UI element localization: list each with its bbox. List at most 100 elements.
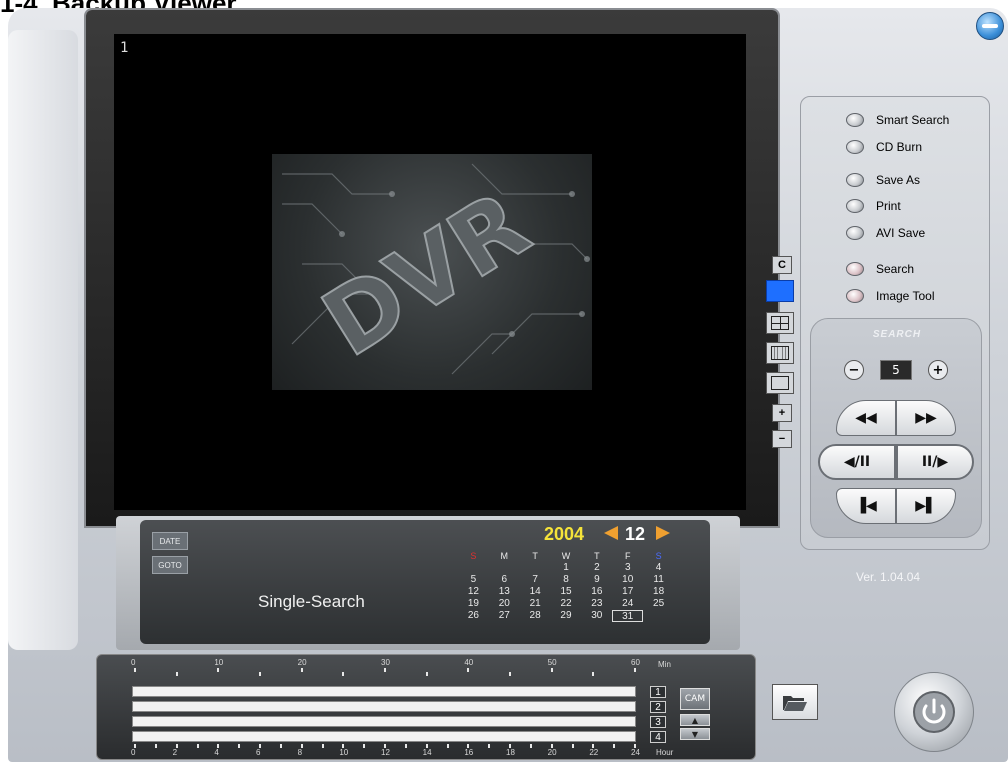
calendar-day[interactable]: 12 [458, 586, 489, 598]
date-tab[interactable]: DATE [152, 532, 188, 550]
calendar-day[interactable]: 23 [581, 598, 612, 610]
radio-icon [846, 199, 864, 213]
minute-tick-mark [634, 668, 636, 672]
hour-tick-mark [342, 744, 345, 748]
calendar-day[interactable]: 27 [489, 610, 520, 622]
zoom-out-button[interactable]: − [772, 430, 792, 448]
calendar-week-row: 19 20 21 22 23 24 25 [458, 598, 674, 610]
menu-item-smart-search[interactable]: Smart Search [846, 113, 949, 127]
calendar-day[interactable]: 18 [643, 586, 674, 598]
hour-tick-mark [634, 744, 636, 748]
nine-view-button[interactable] [766, 342, 794, 364]
calendar-day[interactable]: 20 [489, 598, 520, 610]
hour-tick-label: 10 [339, 748, 349, 757]
hour-tick-mark [509, 744, 511, 748]
previous-month-arrow-icon[interactable] [604, 526, 618, 540]
menu-item-image-tool[interactable]: Image Tool [846, 289, 934, 303]
calendar-day[interactable]: 3 [612, 562, 643, 574]
menu-item-cd-burn[interactable]: CD Burn [846, 140, 922, 154]
minute-tick-mark [509, 672, 511, 676]
speed-display: 5 [880, 360, 912, 380]
folder-icon [783, 696, 807, 711]
minute-tick-mark [259, 672, 261, 676]
weekday-label: F [624, 551, 631, 561]
calendar-day[interactable]: 29 [551, 610, 582, 622]
camera-icon[interactable]: CAM [680, 688, 710, 710]
speed-decrease-button[interactable]: − [844, 360, 864, 380]
timeline-track-channel-4[interactable] [132, 731, 636, 742]
menu-item-search[interactable]: Search [846, 262, 914, 276]
calendar-day[interactable]: 10 [612, 574, 643, 586]
calendar-day[interactable]: 28 [520, 610, 551, 622]
calendar-empty-cell [520, 562, 551, 574]
open-folder-button[interactable] [772, 684, 818, 720]
calendar-day[interactable]: 26 [458, 610, 489, 622]
minute-tick-mark [592, 672, 595, 676]
timeline-track-channel-1[interactable] [132, 686, 636, 697]
clear-view-button[interactable]: C [772, 256, 792, 274]
radio-icon [846, 289, 864, 303]
menu-item-label: Smart Search [876, 113, 950, 127]
hour-tick-mark [154, 744, 157, 748]
channel-3-button[interactable]: 3 [650, 716, 666, 728]
next-month-arrow-icon[interactable] [656, 526, 670, 540]
calendar-day[interactable]: 5 [458, 574, 489, 586]
hour-tick-mark [217, 744, 220, 748]
calendar-day[interactable]: 24 [612, 598, 643, 610]
calendar-day[interactable]: 15 [551, 586, 582, 598]
speed-increase-button[interactable]: + [928, 360, 948, 380]
calendar-day[interactable]: 31 [612, 610, 644, 622]
hour-tick-mark [613, 744, 616, 748]
menu-item-avi-save[interactable]: AVI Save [846, 226, 925, 240]
menu-item-label: AVI Save [876, 226, 926, 240]
quad-view-button[interactable] [766, 312, 794, 334]
sixteen-view-button[interactable] [766, 372, 794, 394]
menu-item-label: Print [876, 199, 901, 213]
channel-4-button[interactable]: 4 [650, 731, 666, 743]
calendar-day[interactable]: 9 [581, 574, 612, 586]
calendar-day[interactable]: 7 [520, 574, 551, 586]
calendar-day[interactable]: 30 [581, 610, 612, 622]
calendar-day[interactable]: 2 [581, 562, 612, 574]
calendar-day[interactable]: 21 [520, 598, 551, 610]
calendar-day[interactable]: 1 [551, 562, 582, 574]
calendar-day[interactable]: 11 [643, 574, 674, 586]
calendar-day[interactable]: 13 [489, 586, 520, 598]
reverse-play-pause-button[interactable]: ◀/II [818, 444, 896, 480]
minute-tick-label: 30 [381, 658, 390, 667]
scroll-down-button[interactable]: ▼ [680, 728, 710, 740]
power-icon [913, 691, 955, 733]
single-view-button[interactable] [766, 280, 794, 302]
power-button[interactable] [894, 672, 974, 752]
timeline-track-channel-3[interactable] [132, 716, 636, 727]
calendar-day[interactable]: 4 [643, 562, 674, 574]
calendar-day[interactable]: 19 [458, 598, 489, 610]
calendar-day[interactable]: 16 [581, 586, 612, 598]
hour-unit-label: Hour [656, 748, 674, 757]
calendar-day[interactable]: 25 [643, 598, 674, 610]
play-pause-button[interactable]: II/▶ [896, 444, 974, 480]
channel-2-button[interactable]: 2 [650, 701, 666, 713]
video-screen[interactable]: 1 DVR [114, 34, 746, 510]
timeline-track-channel-2[interactable] [132, 701, 636, 712]
minute-tick-mark [134, 668, 136, 672]
goto-tab[interactable]: GOTO [152, 556, 188, 574]
channel-1-button[interactable]: 1 [650, 686, 666, 698]
zoom-in-button[interactable]: + [772, 404, 792, 422]
menu-item-save-as[interactable]: Save As [846, 173, 920, 187]
search-title: SEARCH [872, 329, 922, 340]
calendar-day[interactable]: 8 [551, 574, 582, 586]
calendar-day[interactable]: 14 [520, 586, 551, 598]
calendar-day[interactable]: 6 [489, 574, 520, 586]
hour-tick-mark [592, 744, 595, 748]
calendar-empty-cell [458, 562, 489, 574]
hour-tick-label: 8 [297, 748, 303, 757]
hour-tick-mark [550, 744, 553, 748]
menu-item-print[interactable]: Print [846, 199, 901, 213]
minimize-button[interactable] [976, 12, 1004, 40]
radio-icon [846, 226, 864, 240]
calendar-day[interactable]: 22 [551, 598, 582, 610]
calendar-day[interactable]: 17 [612, 586, 643, 598]
nine-grid-icon [771, 346, 789, 360]
scroll-up-button[interactable]: ▲ [680, 714, 710, 726]
